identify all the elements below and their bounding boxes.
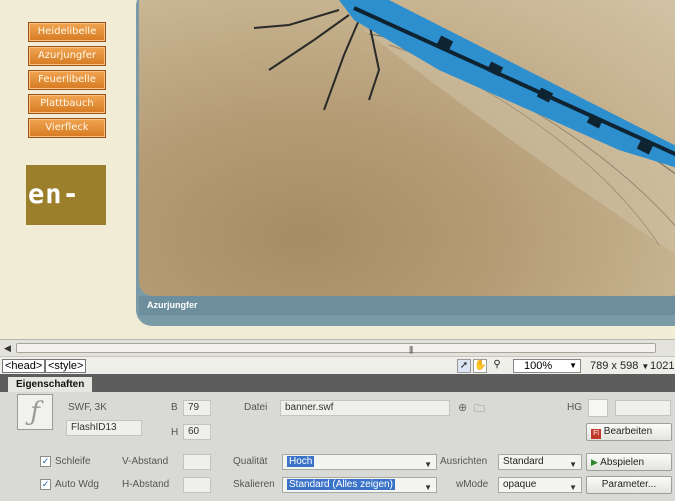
autoplay-label: Auto Wdg <box>55 479 99 490</box>
scroll-grip-icon[interactable]: ||| <box>409 345 413 354</box>
flash-icon: ƒ <box>17 394 53 430</box>
window-size[interactable]: 789 x 598 ▼ <box>590 360 649 372</box>
nav-item-feuerlibelle[interactable]: Feuerlibelle <box>28 70 106 90</box>
tag-selector-head[interactable]: <head> <box>2 359 46 373</box>
play-icon: ▶ <box>591 457 598 467</box>
nav-item-heidelibelle[interactable]: Heidelibelle <box>28 22 106 42</box>
chevron-down-icon: ▼ <box>569 483 577 492</box>
swf-type: SWF, 3K <box>68 402 107 413</box>
hand-tool-icon[interactable]: ✋ <box>473 359 487 373</box>
scale-select[interactable]: Standard (Alles zeigen) ▼ <box>282 477 437 493</box>
scale-label: Skalieren <box>233 479 275 490</box>
scroll-track[interactable]: ||| <box>16 343 656 354</box>
chevron-down-icon: ▼ <box>569 460 577 469</box>
chevron-down-icon: ▼ <box>424 483 432 492</box>
vspace-label: V-Abstand <box>122 456 169 467</box>
play-button[interactable]: ▶ Abspielen <box>586 453 672 471</box>
autoplay-checkbox[interactable]: ✓ <box>40 479 51 490</box>
vspace-field[interactable] <box>183 454 211 470</box>
download-size: 1021 <box>650 360 675 372</box>
bg-color-swatch[interactable] <box>588 399 608 417</box>
nav-item-azurjungfer[interactable]: Azurjungfer <box>28 46 106 66</box>
width-field[interactable]: 79 <box>183 400 211 416</box>
edit-button[interactable]: Fl Bearbeiten <box>586 423 672 441</box>
align-select[interactable]: Standard ▼ <box>498 454 582 470</box>
chevron-down-icon: ▼ <box>569 361 577 370</box>
loop-checkbox[interactable]: ✓ <box>40 456 51 467</box>
flash-banner-logo[interactable]: en- <box>26 165 106 225</box>
hspace-field[interactable] <box>183 477 211 493</box>
wmode-select[interactable]: opaque ▼ <box>498 477 582 493</box>
dreamweaver-window: Heidelibelle Azurjungfer Feuerlibelle Pl… <box>0 0 675 501</box>
design-view[interactable]: Heidelibelle Azurjungfer Feuerlibelle Pl… <box>0 0 675 339</box>
flash-edit-icon: Fl <box>591 429 601 439</box>
caption-bar <box>139 296 675 315</box>
align-label: Ausrichten <box>440 456 488 467</box>
tab-eigenschaften[interactable]: Eigenschaften <box>8 377 93 392</box>
nav-menu: Heidelibelle Azurjungfer Feuerlibelle Pl… <box>28 22 106 142</box>
file-label: Datei <box>244 402 268 413</box>
select-tool-icon[interactable]: ➚ <box>457 359 471 373</box>
zoom-tool-icon[interactable]: ⚲ <box>490 359 504 373</box>
dragonfly-image <box>253 0 675 254</box>
panel-tabbar: Eigenschaften <box>0 374 675 392</box>
file-field[interactable]: banner.swf <box>280 400 450 416</box>
bg-label: HG <box>567 402 582 413</box>
nav-item-plattbauch[interactable]: Plattbauch <box>28 94 106 114</box>
zoom-select[interactable]: 100% ▼ <box>513 359 581 373</box>
properties-panel: Eigenschaften ƒ SWF, 3K FlashID13 B 79 H… <box>0 374 675 501</box>
status-bar: <head> <style> ➚ ✋ ⚲ 100% ▼ 789 x 598 ▼ 1… <box>0 356 675 374</box>
height-field[interactable]: 60 <box>183 424 211 440</box>
hspace-label: H-Abstand <box>122 479 170 490</box>
photo-caption: Azurjungfer <box>147 300 198 310</box>
chevron-down-icon: ▼ <box>641 362 650 371</box>
tag-selector-style[interactable]: <style> <box>45 359 87 373</box>
dragonfly-photo <box>139 0 675 296</box>
loop-label: Schleife <box>55 456 91 467</box>
point-to-file-icon[interactable]: ⊕ <box>458 401 467 414</box>
height-label: H <box>171 427 179 438</box>
quality-label: Qualität <box>233 456 268 467</box>
chevron-down-icon: ▼ <box>424 460 432 469</box>
nav-item-vierfleck[interactable]: Vierfleck <box>28 118 106 138</box>
scroll-left-arrow-icon[interactable]: ◀ <box>4 343 11 354</box>
wmode-label: wMode <box>456 479 489 490</box>
parameters-button[interactable]: Parameter... <box>586 476 672 494</box>
folder-icon[interactable]: 🗀 <box>474 400 485 419</box>
quality-select[interactable]: Hoch ▼ <box>282 454 437 470</box>
flash-id-field[interactable]: FlashID13 <box>66 420 142 436</box>
width-label: B <box>171 402 178 413</box>
horizontal-scrollbar[interactable]: ◀ ||| <box>0 339 675 356</box>
bg-color-field[interactable] <box>615 400 671 416</box>
